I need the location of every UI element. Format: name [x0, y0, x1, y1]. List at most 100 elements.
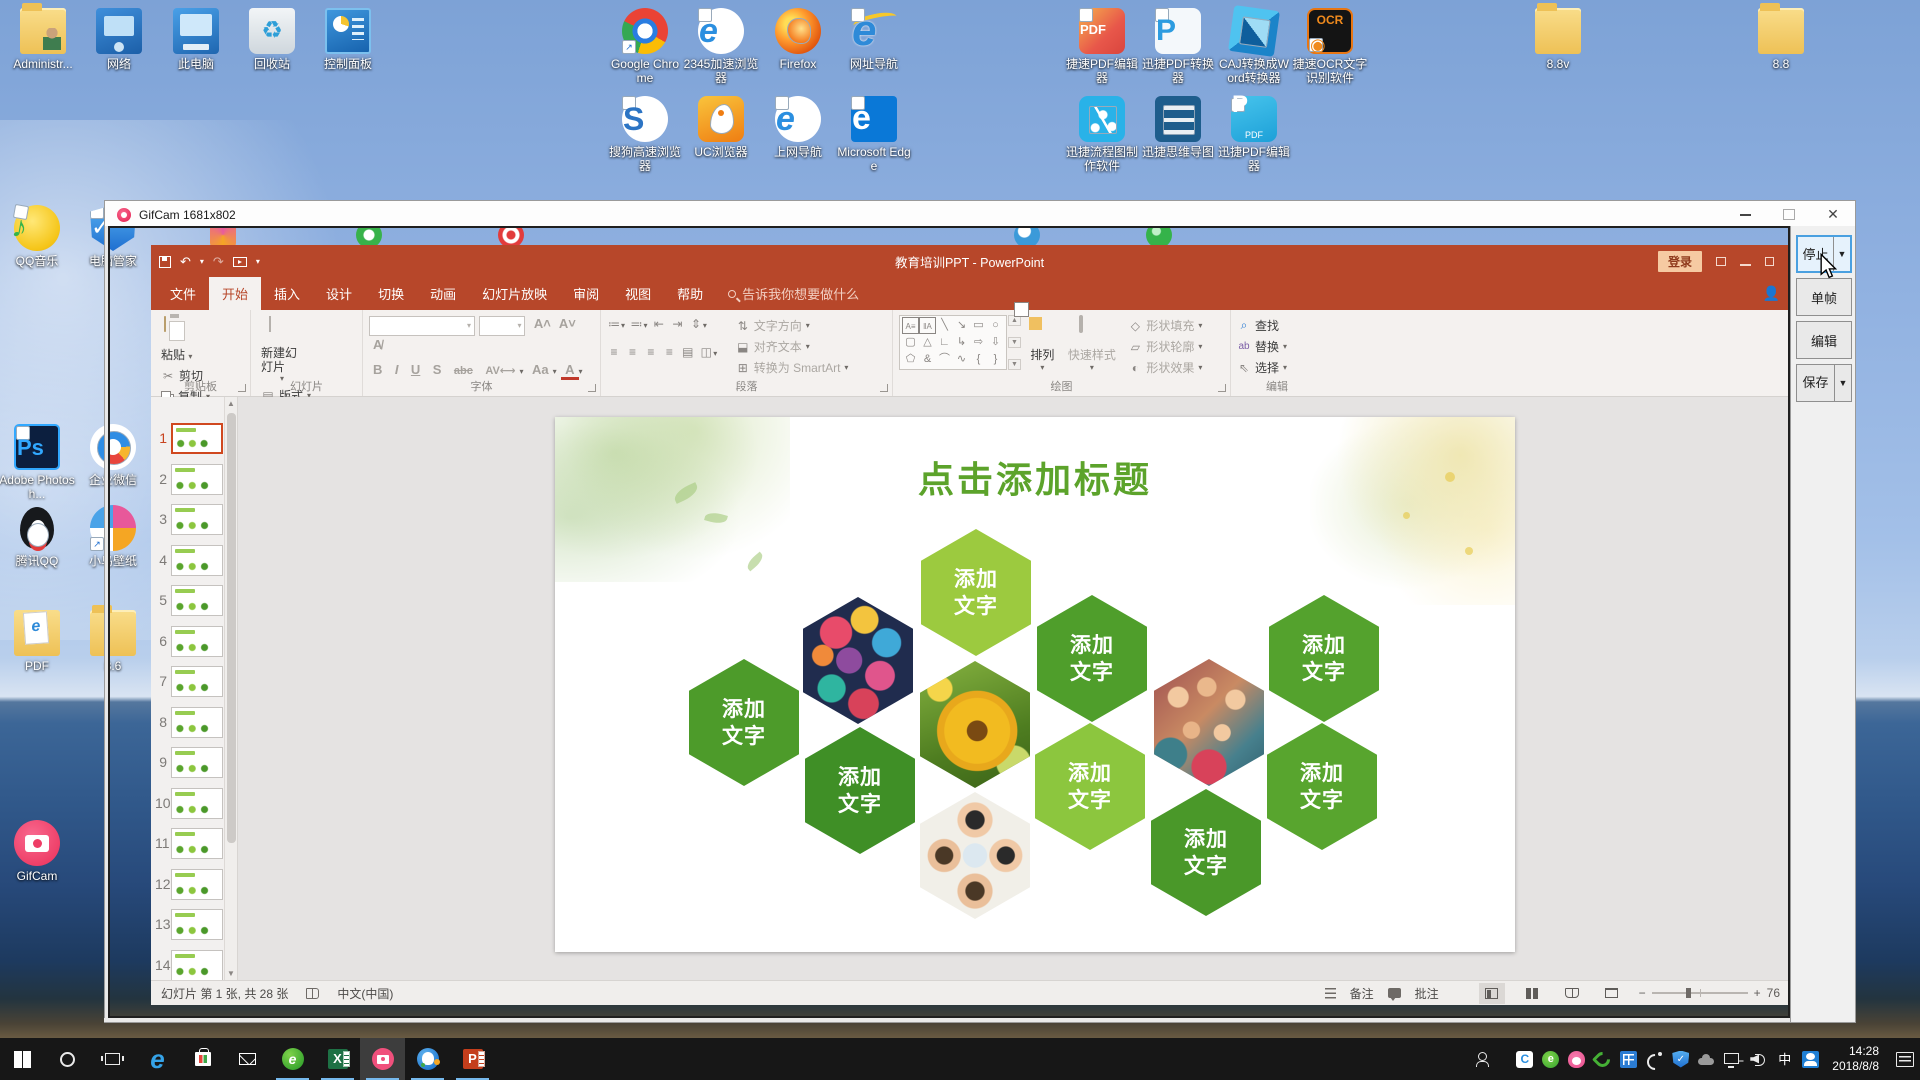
dropdown-arrow-icon[interactable]: ▼ [1835, 378, 1851, 388]
arrange-button[interactable]: 排列▾ [1025, 315, 1059, 374]
desktop-icon-control_panel[interactable]: 控制面板 [310, 8, 386, 71]
cortana-button[interactable] [45, 1038, 90, 1080]
taskbar-mail-button[interactable] [225, 1038, 270, 1080]
volume-icon[interactable] [1750, 1051, 1767, 1068]
hexagon-photo-kids-circle[interactable] [920, 792, 1030, 919]
comments-toggle[interactable]: 批注 [1415, 985, 1439, 1002]
bullets-icon[interactable]: ≔ [607, 317, 621, 331]
thumbnail-preview[interactable] [171, 585, 223, 616]
slide-thumbnail-2[interactable]: 2 [155, 464, 223, 495]
desktop-icon-xj_pdf_converter[interactable]: 迅捷PDF转换器 [1140, 8, 1216, 85]
slide-thumbnail-5[interactable]: 5 [155, 585, 223, 616]
tab-审阅[interactable]: 审阅 [560, 277, 612, 310]
save-icon[interactable] [159, 256, 171, 268]
desktop-icon-js_ocr[interactable]: 捷速OCR文字识别软件 [1292, 8, 1368, 85]
bold-button[interactable]: B [369, 362, 386, 377]
start-button[interactable] [0, 1038, 45, 1080]
slide-thumbnail-9[interactable]: 9 [155, 747, 223, 778]
thumbnail-preview[interactable] [171, 707, 223, 738]
thumbnail-preview[interactable] [171, 423, 223, 454]
paragraph-dialog-launcher[interactable] [880, 384, 888, 392]
new-slide-button[interactable]: 新建幻灯片▾ [257, 315, 307, 385]
desktop-icon-firefox[interactable]: Firefox [760, 8, 836, 71]
justify-icon[interactable]: ≡ [662, 345, 676, 359]
desktop-icon-js_pdf_editor[interactable]: 捷速PDF编辑器 [1064, 8, 1140, 85]
slide-thumbnail-13[interactable]: 13 [155, 909, 223, 940]
hexagon-text-5[interactable]: 添加文字 [689, 659, 799, 786]
char-spacing-button[interactable]: AV⟷ [481, 365, 519, 377]
slide-thumbnail-1[interactable]: 1 [155, 423, 223, 454]
reading-view-button[interactable] [1559, 983, 1585, 1004]
underline-button[interactable]: U [407, 362, 424, 377]
quick-styles-button[interactable]: 快速样式▾ [1064, 315, 1120, 374]
ime-language-icon[interactable]: 中 [1776, 1051, 1793, 1068]
comments-icon[interactable] [1388, 988, 1401, 998]
zoom-slider[interactable] [1652, 992, 1748, 994]
slideshow-button[interactable] [1599, 983, 1625, 1004]
strikethrough-button[interactable]: abc [450, 365, 477, 377]
tray-360-icon[interactable] [1542, 1051, 1559, 1068]
tray-fetion-icon[interactable] [1594, 1051, 1611, 1068]
slide-thumbnail-4[interactable]: 4 [155, 545, 223, 576]
desktop-icon-adobe_ps[interactable]: Adobe Photosh... [0, 424, 75, 501]
desktop-icon-chrome[interactable]: Google Chrome [607, 8, 683, 85]
tab-幻灯片放映[interactable]: 幻灯片放映 [469, 277, 560, 310]
desktop-icon-xj_pdf_editor2[interactable]: 迅捷PDF编辑器 [1216, 96, 1292, 173]
tab-动画[interactable]: 动画 [417, 277, 469, 310]
gifcam-minimize-button[interactable] [1723, 201, 1767, 228]
desktop-icon-network[interactable]: 网络 [81, 8, 157, 71]
hexagon-text-9[interactable]: 添加文字 [1035, 723, 1145, 850]
people-icon[interactable] [1476, 1052, 1492, 1066]
slide-canvas[interactable]: 点击添加标题 添加文字添加文字添加文字添加文字添加文字添加文字添加文字添加文字 [555, 417, 1515, 952]
customize-qat-icon[interactable]: ▾ [256, 257, 260, 266]
slide-thumbnail-14[interactable]: 14 [155, 950, 223, 981]
shapes-scroll[interactable]: ▲▼▼ [1008, 315, 1021, 370]
slide-thumbnail-10[interactable]: 10 [155, 788, 223, 819]
redo-icon[interactable]: ↷ [213, 255, 224, 268]
clear-formatting-button[interactable]: A̸ [369, 337, 386, 352]
taskbar-clock[interactable]: 14:28 2018/8/8 [1828, 1044, 1883, 1074]
gifcam-title-bar[interactable]: GifCam 1681x802 ✕ [104, 200, 1856, 228]
ribbon-display-options-icon[interactable] [1716, 257, 1726, 266]
desktop-icon-sogou[interactable]: 搜狗高速浏览器 [607, 96, 683, 173]
shape-fill-button[interactable]: ◇形状填充 ▾ [1128, 317, 1202, 334]
slide-title[interactable]: 点击添加标题 [555, 451, 1515, 503]
thumbnail-preview[interactable] [171, 788, 223, 819]
shapes-gallery[interactable]: A≡‖A╲↘▭○ ▢△∟↳⇨⇩ ⬠&⌒∿{} [899, 315, 1007, 370]
font-name-combo[interactable]: ▾ [369, 316, 475, 336]
zoom-in-button[interactable]: + [1754, 986, 1761, 1000]
desktop-icon-gifcam_shortcut[interactable]: GifCam [0, 820, 75, 883]
desktop-icon-br2345[interactable]: 2345加速浏览器 [683, 8, 759, 85]
find-button[interactable]: ⌕查找 [1237, 317, 1287, 334]
hexagon-text-1[interactable]: 添加文字 [921, 529, 1031, 656]
shape-outline-button[interactable]: ▱形状轮廓 ▾ [1128, 338, 1202, 355]
taskbar-store-button[interactable] [180, 1038, 225, 1080]
undo-dropdown[interactable]: ▾ [200, 257, 204, 266]
ppt-title-bar[interactable]: ↶▾ ↷ ▾ 教育培训PPT - PowerPoint 登录 [151, 245, 1788, 278]
taskbar-360-browser-button[interactable]: e [270, 1038, 315, 1080]
align-center-icon[interactable]: ≡ [625, 345, 639, 359]
desktop-icon-tencent_qq[interactable]: 腾讯QQ [0, 505, 75, 568]
thumbnail-preview[interactable] [171, 666, 223, 697]
font-size-combo[interactable]: ▾ [479, 316, 525, 336]
replace-button[interactable]: ab替换 ▾ [1237, 338, 1287, 355]
decrease-indent-icon[interactable]: ⇤ [652, 317, 666, 331]
align-right-icon[interactable]: ≡ [644, 345, 658, 359]
ppt-minimize-icon[interactable] [1740, 264, 1751, 266]
tab-视图[interactable]: 视图 [612, 277, 664, 310]
slide-thumbnail-7[interactable]: 7 [155, 666, 223, 697]
desktop-icon-wxwork[interactable]: 企业微信 [75, 424, 151, 487]
zoom-out-button[interactable]: − [1639, 986, 1646, 1000]
slide-thumbnail-12[interactable]: 12 [155, 869, 223, 900]
desktop-icon-this_pc[interactable]: 此电脑 [158, 8, 234, 71]
scroll-down-icon[interactable]: ▼ [225, 967, 237, 980]
desktop-icon-xj_mindmap[interactable]: 迅捷思维导图 [1140, 96, 1216, 159]
shape-effects-button[interactable]: ◐形状效果 ▾ [1128, 359, 1202, 376]
start-slideshow-icon[interactable] [233, 257, 247, 267]
line-spacing-icon[interactable]: ⇕ [689, 317, 703, 331]
scroll-up-icon[interactable]: ▲ [225, 397, 237, 410]
thumbnail-preview[interactable] [171, 950, 223, 981]
taskbar-gifcam-button[interactable] [360, 1038, 405, 1080]
task-view-button[interactable] [90, 1038, 135, 1080]
gifcam-edit-button[interactable]: 编辑 [1796, 321, 1852, 359]
